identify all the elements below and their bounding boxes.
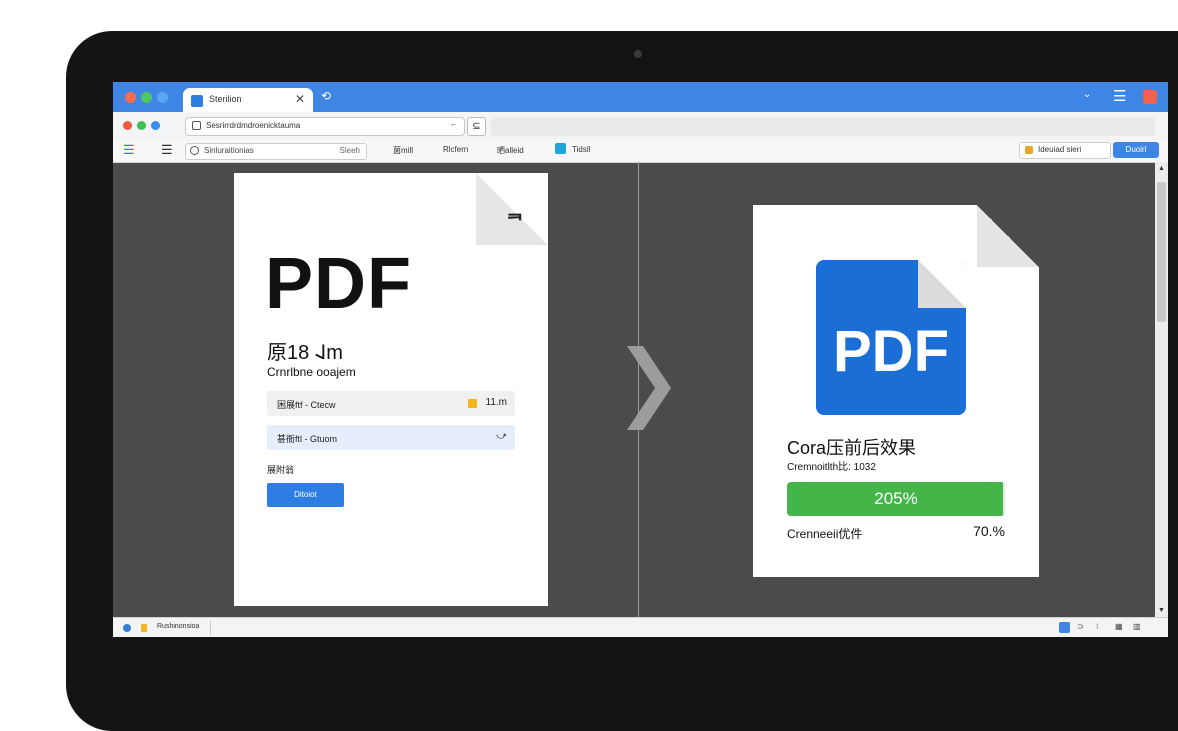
vertical-scrollbar[interactable]: ▲ ▼ (1155, 162, 1168, 617)
result-title: Cora压前后效果 (787, 438, 917, 458)
maximize-dot-icon[interactable] (157, 92, 168, 103)
search-icon (190, 146, 199, 155)
status-separator (210, 621, 211, 635)
status-app-icon[interactable] (1059, 622, 1070, 633)
toolbar-item-2[interactable]: Rlcfern (443, 145, 468, 154)
url-option-icon[interactable]: ⌐ (451, 120, 456, 129)
traffic-green-icon[interactable] (137, 121, 146, 130)
app-icon[interactable] (555, 143, 566, 154)
document-action-button[interactable]: Ditoiot (267, 483, 344, 507)
chevron-down-icon[interactable]: ⌄ (1083, 89, 1091, 100)
section-label: 展附翁 (267, 465, 295, 475)
hamburger-icon[interactable]: ☰ (161, 142, 173, 158)
file-info-row: 困展ftf ‐ Ctecw 11.m (267, 391, 515, 416)
title-bar: Sterilion ✕ ⟲ ⌄ ☰ (113, 82, 1168, 112)
file-info-row[interactable]: 甚衙ftl ‐ Gtuom ⤻ (267, 425, 515, 450)
address-action-button[interactable]: ⊆ (467, 117, 486, 136)
scroll-up-icon[interactable]: ▲ (1158, 165, 1165, 172)
status-more-icon[interactable]: ⁝ (1096, 622, 1099, 631)
scroll-thumb[interactable] (1157, 182, 1166, 322)
compressed-document: PDF Cora压前后效果 Cremnoitlth比: 1032 205% Cr… (753, 205, 1039, 577)
url-input[interactable]: Sesrirrdrdmdroenicktauma ⌐ (185, 117, 465, 136)
window-close-icon[interactable] (1143, 90, 1157, 104)
browser-window: Sterilion ✕ ⟲ ⌄ ☰ Sesrirrdrdmdroenicktau… (113, 82, 1168, 637)
share-icon[interactable]: ⤻ (496, 431, 507, 442)
traffic-red-icon[interactable] (123, 121, 132, 130)
status-dot-icon (123, 624, 131, 632)
new-tab-icon[interactable]: ⟲ (321, 89, 331, 103)
status-layout-icon[interactable]: ▥ (1133, 622, 1141, 631)
status-text: Rushinonsioa (157, 623, 200, 630)
row-value: 11.m (485, 397, 508, 408)
pdf-icon-label: PDF (833, 319, 949, 384)
status-grid-icon[interactable]: ▦ (1115, 622, 1123, 631)
toolbar-search-input[interactable]: Sinluraitionias Sleeh (185, 143, 367, 160)
close-dot-icon[interactable] (125, 92, 136, 103)
pdf-icon-fold (918, 260, 966, 308)
folder-icon (1025, 146, 1033, 154)
result-footer-value: 70.% (973, 523, 1005, 539)
minimize-dot-icon[interactable] (141, 92, 152, 103)
search-label: Sinluraitionias (204, 146, 254, 155)
progress-label: 205% (874, 489, 918, 508)
menu-icon[interactable]: ☰ (1113, 87, 1126, 105)
result-subtitle: Cremnoitlth比: 1032 (787, 462, 876, 473)
address-bar: Sesrirrdrdmdroenicktauma ⌐ ⊆ (113, 112, 1168, 141)
url-text: Sesrirrdrdmdroenicktauma (206, 121, 301, 130)
scroll-down-icon[interactable]: ▼ (1158, 607, 1165, 614)
original-subtitle: Crnrlbne ooajem (267, 365, 356, 379)
status-bar: Rushinonsioa ⊃ ⁝ ▦ ▥ (113, 617, 1168, 637)
toolbar-item-4[interactable]: Tidsll (572, 145, 590, 154)
toolbar-action-button[interactable]: Duoirl (1113, 142, 1159, 158)
traffic-blue-icon[interactable] (151, 121, 160, 130)
tab-favicon-icon (191, 95, 203, 107)
tab-close-icon[interactable]: ✕ (295, 92, 305, 106)
pdf-file-icon: PDF (816, 260, 966, 415)
right-field-text: Ideuiad sieri (1038, 145, 1082, 154)
page-info-icon[interactable] (192, 121, 201, 130)
result-footer-label: Crenneeii优件 (787, 527, 863, 541)
original-document: ᆿ PDF 原18 𐐈m Crnrlbne ooajem 困展ftf ‐ Cte… (234, 173, 548, 606)
browser-tab[interactable]: Sterilion ✕ (183, 88, 313, 112)
address-extension-area (491, 117, 1155, 136)
app-toolbar: ☰ ☰ Sinluraitionias Sleeh 菌mill Rlcfern … (113, 140, 1168, 163)
hamburger-blue-icon[interactable]: ☰ (123, 142, 135, 158)
toolbar-item-3[interactable]: 晒alleid (497, 145, 524, 156)
compression-progress-bar: 205% (787, 482, 1005, 516)
search-hint: Sleeh (339, 146, 360, 155)
document-corner-icon: ᆿ (505, 201, 524, 223)
status-loop-icon[interactable]: ⊃ (1077, 622, 1084, 631)
toolbar-item-1[interactable]: 菌mill (393, 145, 413, 156)
status-flag-icon (141, 624, 147, 632)
chevron-right-icon (627, 346, 671, 430)
row-label: 困展ftf ‐ Ctecw (277, 400, 336, 410)
status-square-icon (468, 399, 477, 408)
webcam (634, 50, 642, 58)
page-fold (977, 205, 1039, 267)
row-label: 甚衙ftl ‐ Gtuom (277, 434, 338, 444)
original-size-label: 原18 𐐈m (267, 342, 343, 364)
tab-title: Sterilion (209, 94, 242, 104)
toolbar-right-field[interactable]: Ideuiad sieri (1019, 142, 1111, 159)
pdf-heading: PDF (265, 244, 412, 324)
